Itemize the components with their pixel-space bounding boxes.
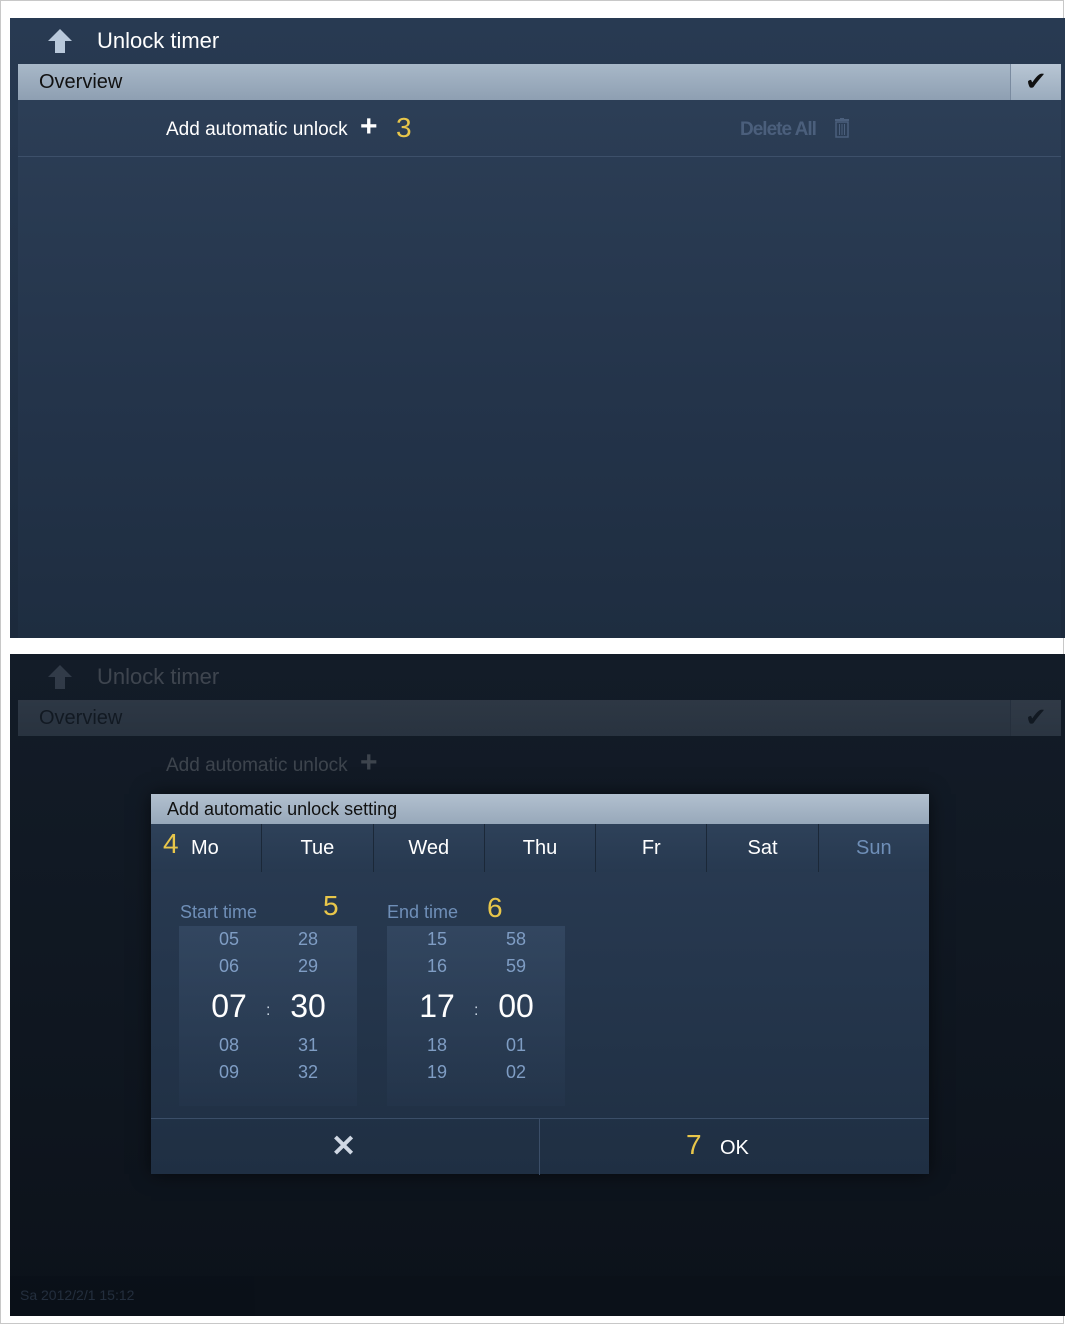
hour-option[interactable]: 09 [199,1059,259,1086]
page-title: Unlock timer [97,664,220,689]
end-hour-wheel[interactable]: 15 16 17 18 19 [407,926,467,1086]
day-wed[interactable]: Wed [373,824,485,872]
list-header-row: Add automatic unlock + 3 Delete All [18,100,1061,157]
minute-option[interactable]: 28 [278,926,338,953]
ok-label: OK [720,1137,749,1159]
hour-option[interactable]: 08 [199,1032,259,1059]
selected-end-minute[interactable]: 00 [486,980,546,1032]
selected-start-minute[interactable]: 30 [278,980,338,1032]
checkmark-icon: ✔ [1025,66,1047,96]
unlock-timer-screen: Unlock timer Overview ✔ Add automatic un… [10,18,1065,638]
hour-option[interactable]: 19 [407,1059,467,1086]
annotation-marker-4: 4 [163,828,179,859]
minute-option[interactable]: 29 [278,953,338,980]
hour-option[interactable]: 16 [407,953,467,980]
delete-all-button[interactable]: Delete All [740,119,817,141]
status-bar: Sa 2012/2/1 15:12 [10,1276,1065,1316]
title-bar: Unlock timer [10,654,1065,700]
start-hour-wheel[interactable]: 05 06 07 08 09 [199,926,259,1086]
day-label: Thu [522,837,558,859]
overview-bar: Overview ✔ [18,64,1061,100]
back-arrow-icon[interactable] [46,28,74,54]
plus-icon[interactable]: + [360,112,378,142]
confirm-button: ✔ [1010,700,1061,736]
start-time-picker[interactable]: 05 06 07 08 09 : 28 29 30 31 32 [179,926,357,1106]
annotation-marker-5: 5 [323,890,339,921]
end-time-label: End time [387,902,459,922]
add-automatic-unlock-button[interactable]: Add automatic unlock [166,119,348,141]
page-title: Unlock timer [97,28,220,53]
day-tue[interactable]: Tue [262,824,374,872]
annotation-marker-6: 6 [487,892,503,923]
overview-label: Overview [39,71,123,93]
start-minute-wheel[interactable]: 28 29 30 31 32 [278,926,338,1086]
day-sun[interactable]: Sun [818,824,929,872]
end-time-picker[interactable]: 15 16 17 18 19 : 58 59 00 01 02 [387,926,565,1106]
start-time-label: Start time [180,902,258,922]
minute-option[interactable]: 02 [486,1059,546,1086]
cancel-button[interactable]: ✕ [151,1119,540,1175]
close-icon: ✕ [331,1130,357,1163]
plus-icon: + [360,746,378,779]
day-label: Wed [408,837,450,859]
minute-option[interactable]: 59 [486,953,546,980]
status-datetime: Sa 2012/2/1 15:12 [20,1287,135,1303]
selected-start-hour[interactable]: 07 [199,980,259,1032]
trash-icon[interactable] [834,118,850,138]
time-separator: : [266,1002,271,1019]
hour-option[interactable]: 05 [199,926,259,953]
day-label: Tue [300,837,335,859]
overview-bar: Overview ✔ [18,700,1061,736]
day-label: Sat [747,837,778,859]
list-header-row: Add automatic unlock + [18,736,1061,792]
back-arrow-icon [48,665,72,689]
title-bar: Unlock timer [10,18,1065,64]
overview-label: Overview [39,707,123,729]
minute-option[interactable]: 31 [278,1032,338,1059]
dialog-button-bar: ✕ 7 OK [151,1118,929,1175]
add-unlock-dialog: Add automatic unlock setting Mo Tue Wed … [151,794,929,1175]
unlock-list: Add automatic unlock + 3 Delete All [18,100,1061,638]
annotation-marker-3: 3 [396,112,412,143]
annotation-marker-7: 7 [686,1129,702,1160]
time-separator: : [474,1002,479,1019]
day-sat[interactable]: Sat [707,824,819,872]
end-minute-wheel[interactable]: 58 59 00 01 02 [486,926,546,1086]
day-thu[interactable]: Thu [484,824,597,872]
day-fr[interactable]: Fr [596,824,708,872]
day-label: Sun [856,837,892,859]
selected-end-hour[interactable]: 17 [407,980,467,1032]
dialog-title-bar: Add automatic unlock setting [151,794,929,824]
hour-option[interactable]: 18 [407,1032,467,1059]
hour-option[interactable]: 06 [199,953,259,980]
weekday-selector: Mo Tue Wed Thu Fr Sat Sun [151,824,929,872]
day-label: Fr [641,837,661,859]
add-automatic-unlock-label: Add automatic unlock [166,755,348,776]
checkmark-icon: ✔ [1025,702,1047,732]
unlock-timer-dialog-screen: Unlock timer Overview ✔ Add automatic un… [10,654,1065,1316]
minute-option[interactable]: 32 [278,1059,338,1086]
minute-option[interactable]: 58 [486,926,546,953]
ok-button[interactable]: 7 OK [540,1119,929,1175]
confirm-button[interactable]: ✔ [1010,64,1061,100]
dialog-title: Add automatic unlock setting [167,799,398,819]
minute-option[interactable]: 01 [486,1032,546,1059]
hour-option[interactable]: 15 [407,926,467,953]
day-label: Mo [191,837,219,859]
